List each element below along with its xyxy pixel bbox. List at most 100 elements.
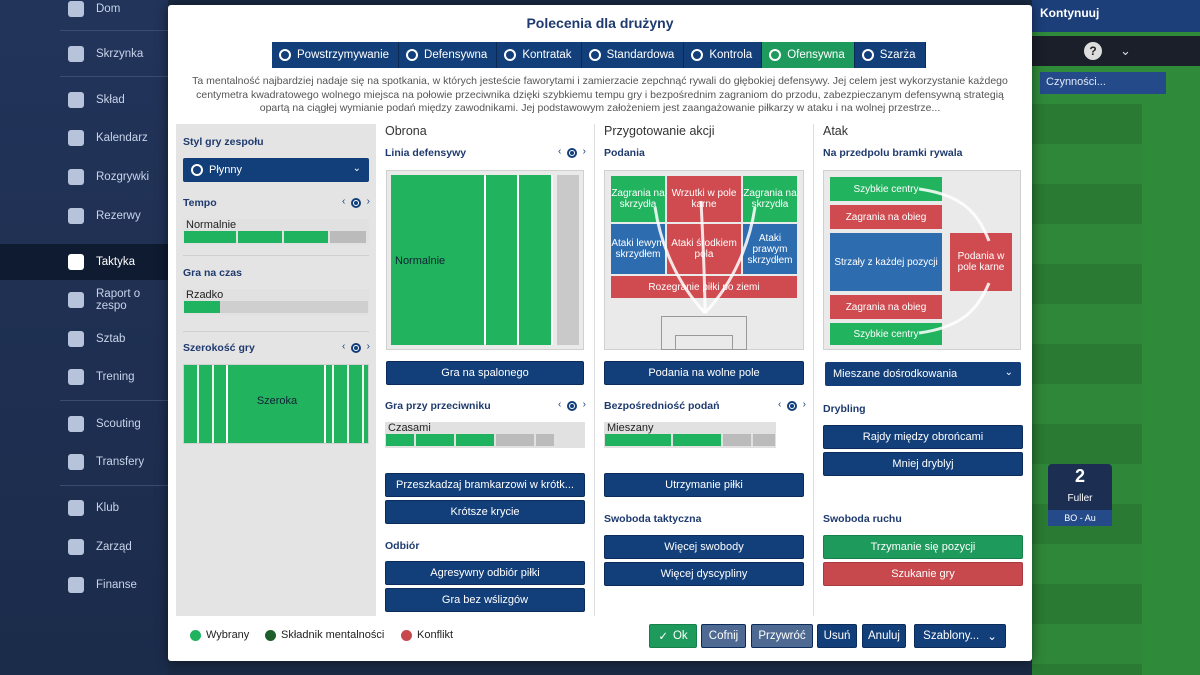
sidebar-item-competitions[interactable]: Rozgrywki (0, 159, 168, 195)
check-icon: ✓ (658, 631, 668, 643)
transfer-icon (68, 454, 84, 470)
distribute-goalkeeper-button[interactable]: Przeszkadzaj bramkarzowi w krótk... (385, 473, 585, 497)
sidebar-item-training[interactable]: Trening (0, 359, 168, 395)
club-icon (68, 500, 84, 516)
squad-icon (68, 92, 84, 108)
tighter-marking-button[interactable]: Krótsze krycie (385, 500, 585, 524)
tactical-freedom-title: Swoboda taktyczna (604, 513, 702, 525)
mentality-tabs: Powstrzymywanie Defensywna Kontratak Sta… (272, 42, 926, 68)
ok-button[interactable]: ✓ Ok (649, 624, 697, 648)
run-at-defence-button[interactable]: Rajdy między obrońcami (823, 425, 1023, 449)
legend-conflict: Konflikt (401, 629, 453, 641)
training-icon (68, 369, 84, 385)
directness-segment (673, 434, 721, 446)
pressing-value: Czasami (388, 422, 431, 434)
slider-icon: ‹ › (558, 146, 586, 158)
delete-button[interactable]: Usuń (817, 624, 857, 648)
attack-icon (769, 49, 782, 61)
press-segment (386, 434, 414, 446)
retain-possession-button[interactable]: Utrzymanie piłki (604, 473, 804, 497)
sidebar-item-board[interactable]: Zarząd (0, 529, 168, 565)
more-discipline-button[interactable]: Więcej dyscypliny (604, 562, 804, 586)
dribble-less-button[interactable]: Mniej dryblуj (823, 452, 1023, 476)
background-tactics-view: Kontynuuj ? ⌄ Czynności... 2 Fuller BO -… (1032, 0, 1200, 675)
undo-button[interactable]: Cofnij (701, 624, 746, 648)
player-card[interactable]: 2 Fuller BO - Au (1048, 464, 1112, 526)
roam-from-positions-button[interactable]: Szukanie gry (823, 562, 1023, 586)
player-name: Fuller (1067, 493, 1093, 504)
dark-green-dot-icon (265, 629, 276, 641)
sidebar-item-staff[interactable]: Sztab (0, 321, 168, 357)
chevron-down-icon[interactable]: ⌄ (1120, 43, 1131, 59)
play-style-dropdown[interactable]: Płynny ⌄ (183, 158, 369, 182)
heart-shield-icon (279, 49, 291, 61)
sidebar-item-team-report[interactable]: Raport o zespo (0, 282, 168, 318)
standard-icon (588, 49, 601, 61)
sidebar-item-inbox[interactable]: Skrzynka (0, 36, 168, 72)
sidebar-item-scouting[interactable]: Scouting (0, 406, 168, 442)
tab-mentality-overload[interactable]: Szarża (854, 42, 926, 68)
width-title: Szerokość gry (183, 342, 255, 354)
templates-dropdown[interactable]: Szablony... ⌄ (914, 624, 1006, 648)
pressing-slider[interactable]: Czasami (385, 422, 585, 448)
sidebar-item-finances[interactable]: Finanse (0, 567, 168, 603)
aggressive-tackling-button[interactable]: Agresywny odbiór piłki (385, 561, 585, 585)
tempo-slider[interactable]: Normalnie (183, 219, 369, 245)
sidebar-item-reserves[interactable]: Rezerwy (0, 198, 168, 234)
tab-mentality-standard[interactable]: Standardowa (581, 42, 685, 68)
width-pitch[interactable]: Szeroka (183, 364, 370, 444)
movement-freedom-title: Swoboda ruchu (823, 513, 902, 525)
tab-mentality-counter[interactable]: Kontratak (497, 42, 582, 68)
finance-icon (68, 577, 84, 593)
continue-button[interactable]: Kontynuuj (1032, 0, 1200, 32)
background-pitch (1032, 104, 1142, 675)
directness-slider[interactable]: Mieszany (604, 422, 776, 448)
sidebar-item-club[interactable]: Klub (0, 490, 168, 526)
stay-on-feet-button[interactable]: Gra bez wślizgów (385, 588, 585, 612)
slider-icon: ‹ › (558, 399, 586, 411)
tab-mentality-control[interactable]: Kontrola (684, 42, 763, 68)
fluid-icon (191, 164, 203, 176)
time-wasting-title: Gra na czas (183, 267, 242, 279)
directness-segment (605, 434, 671, 446)
directness-value: Mieszany (607, 422, 654, 434)
inbox-icon (68, 46, 84, 62)
reserves-icon (68, 208, 84, 224)
sidebar-item-squad[interactable]: Skład (0, 82, 168, 118)
dialog-title: Polecenia dla drużyny (526, 15, 674, 31)
player-number: 2 (1074, 466, 1085, 486)
defensive-line-pitch[interactable]: Normalnie (386, 170, 584, 350)
hold-position-button[interactable]: Trzymanie się pozycji (823, 535, 1023, 559)
team-instructions-dialog: Polecenia dla drużyny Powstrzymywanie De… (168, 5, 1032, 661)
sidebar-item-tactics[interactable]: Taktyka (0, 244, 168, 280)
tempo-title: Tempo (183, 197, 217, 209)
tempo-segment (238, 231, 282, 243)
help-icon[interactable]: ? (1084, 42, 1102, 60)
red-dot-icon (401, 629, 412, 641)
final-third-pitch: Szybkie centry Zagrania na obieg Strzały… (823, 170, 1021, 350)
restore-button[interactable]: Przywróć (751, 624, 813, 648)
tab-mentality-attacking[interactable]: Ofensywna (762, 42, 855, 68)
time-wasting-slider[interactable]: Rzadko (183, 289, 369, 315)
tab-mentality-defensive[interactable]: Defensywna (399, 42, 498, 68)
sidebar-item-transfers[interactable]: Transfery (0, 444, 168, 480)
tactics-icon (68, 254, 84, 270)
buildup-title: Przygotowanie akcji (604, 124, 715, 138)
sidebar-item-calendar[interactable]: Kalendarz (0, 120, 168, 156)
pass-into-space-button[interactable]: Podania na wolne pole (604, 361, 804, 385)
player-position[interactable]: BO - Au (1048, 510, 1112, 526)
tab-mentality-contain[interactable]: Powstrzymywanie (272, 42, 400, 68)
actions-dropdown[interactable]: Czynności... (1040, 72, 1166, 94)
board-icon (68, 539, 84, 555)
pressing-title: Gra przy przeciwniku (385, 400, 491, 412)
slider-icon: ‹ › (342, 341, 370, 353)
cancel-button[interactable]: Anuluj (862, 624, 906, 648)
report-icon (68, 292, 84, 308)
crossing-dropdown[interactable]: Mieszane dośrodkowania ⌄ (825, 362, 1021, 386)
sidebar-item-home[interactable]: Dom (0, 0, 168, 27)
offside-trap-button[interactable]: Gra na spalonego (386, 361, 584, 385)
more-freedom-button[interactable]: Więcej swobody (604, 535, 804, 559)
tackling-title: Odbiór (385, 540, 420, 552)
staff-icon (68, 331, 84, 347)
defensive-line-value: Normalnie (395, 255, 446, 267)
